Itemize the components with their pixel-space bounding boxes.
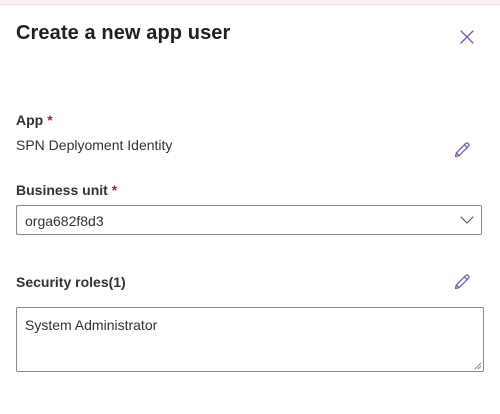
app-field-label: App * xyxy=(16,112,53,128)
business-unit-selected-value: orga682f8d3 xyxy=(25,213,104,229)
panel-title: Create a new app user xyxy=(16,22,231,44)
close-button[interactable] xyxy=(454,24,480,50)
security-roles-textarea[interactable]: System Administrator xyxy=(16,307,484,372)
app-edit-button[interactable] xyxy=(450,138,474,162)
security-roles-value: System Administrator xyxy=(25,317,158,333)
business-unit-dropdown[interactable]: orga682f8d3 xyxy=(16,205,482,235)
close-icon xyxy=(460,30,474,44)
security-roles-label: Security roles(1) xyxy=(16,274,126,290)
app-label-text: App xyxy=(16,112,44,128)
resize-grip-icon[interactable] xyxy=(473,361,482,370)
business-unit-label-text: Business unit xyxy=(16,182,108,198)
app-required-marker: * xyxy=(47,112,53,128)
create-app-user-panel: Create a new app user App * SPN Deplyomen… xyxy=(0,0,500,414)
business-unit-required-marker: * xyxy=(111,182,118,198)
security-roles-edit-button[interactable] xyxy=(450,270,474,294)
pencil-icon xyxy=(454,142,470,158)
business-unit-field-label: Business unit * xyxy=(16,182,117,198)
top-accent-bar xyxy=(0,0,500,5)
app-value: SPN Deplyoment Identity xyxy=(16,137,173,153)
chevron-down-icon xyxy=(460,216,474,224)
pencil-icon xyxy=(454,274,470,290)
